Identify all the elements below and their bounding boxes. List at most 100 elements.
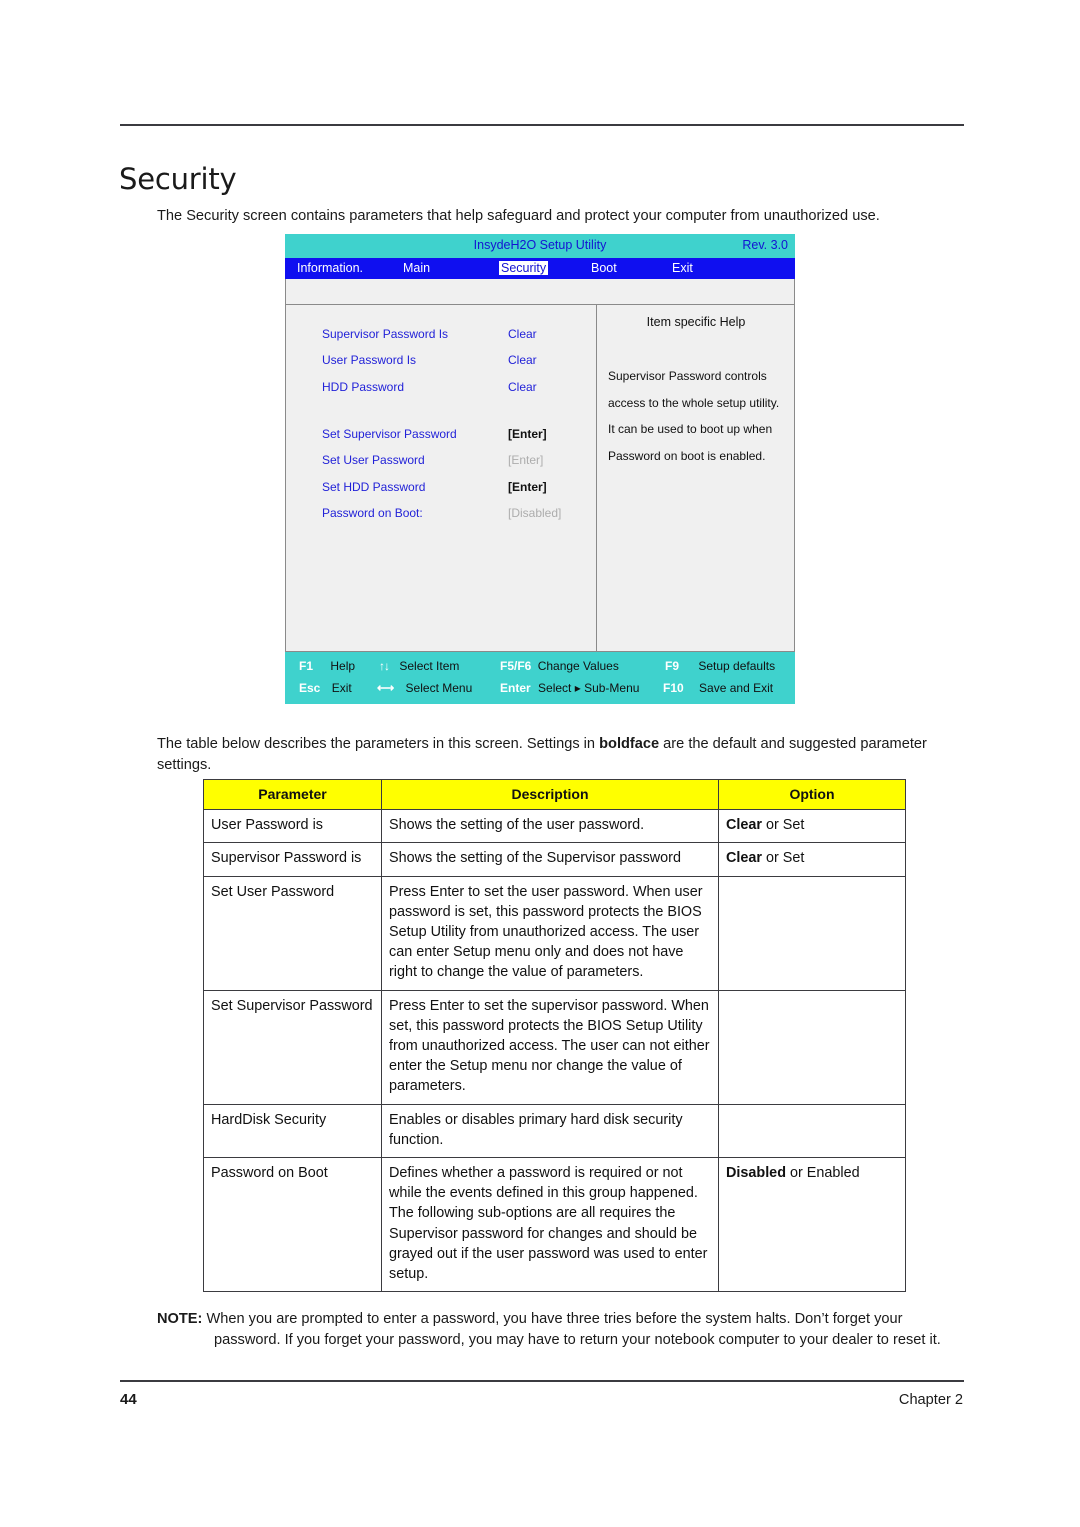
bios-label-password-on-boot: Password on Boot: (322, 506, 423, 520)
table-intro-before: The table below describes the parameters… (157, 735, 600, 752)
cell-parameter: Supervisor Password is (203, 842, 382, 877)
cell-description: Shows the setting of the Supervisor pass… (381, 842, 719, 877)
bios-value-set-supervisor-password: [Enter] (508, 427, 547, 441)
note-block: NOTE: When you are prompted to enter a p… (157, 1309, 957, 1351)
bios-key-f1-key: F1 (299, 659, 314, 673)
page-number: 44 (120, 1391, 137, 1408)
table-intro-paragraph: The table below describes the parameters… (157, 734, 947, 776)
bios-label-set-supervisor-password: Set Supervisor Password (322, 427, 457, 441)
bios-value-set-hdd-password: [Enter] (508, 480, 547, 494)
table-row: Set Supervisor Password Press Enter to s… (203, 989, 906, 1105)
bios-key-f9-key: F9 (665, 659, 680, 673)
cell-description: Press Enter to set the supervisor passwo… (381, 989, 719, 1105)
bios-value-user-password-is: Clear (508, 353, 537, 367)
bios-settings-panel: Supervisor Password Is Clear User Passwo… (286, 305, 597, 651)
bios-subbar (285, 279, 795, 305)
bios-key-f5f6: F5/F6 Change Values (500, 659, 619, 673)
up-down-arrow-icon: ↑↓ (379, 659, 390, 673)
note-line: NOTE: When you are prompted to enter a p… (157, 1309, 957, 1351)
chapter-label: Chapter 2 (898, 1392, 963, 1408)
bios-key-f9-label: Setup defaults (698, 659, 776, 673)
bios-row-set-hdd-password[interactable]: Set HDD Password [Enter] (286, 480, 596, 506)
bios-label-supervisor-password-is: Supervisor Password Is (322, 327, 449, 341)
bios-tab-exit[interactable]: Exit (672, 261, 693, 275)
bios-row-hdd-password[interactable]: HDD Password Clear (286, 380, 596, 406)
cell-option: Disabled or Enabled (718, 1157, 906, 1293)
column-header-description: Description (381, 778, 719, 811)
bios-row-user-password-is[interactable]: User Password Is Clear (286, 353, 596, 379)
bios-key-enter-key: Enter (500, 681, 531, 695)
bios-tab-security[interactable]: Security (499, 261, 549, 275)
bios-row-set-supervisor-password[interactable]: Set Supervisor Password [Enter] (286, 427, 596, 453)
cell-parameter: Password on Boot (203, 1157, 382, 1293)
cell-parameter: Set User Password (203, 875, 382, 991)
bios-revision: Rev. 3.0 (742, 238, 788, 252)
bios-body: Supervisor Password Is Clear User Passwo… (285, 305, 795, 652)
cell-description: Enables or disables primary hard disk se… (381, 1103, 719, 1159)
bios-key-f10: F10 Save and Exit (663, 681, 773, 695)
cell-description: Defines whether a password is required o… (381, 1157, 719, 1293)
footer-rule (120, 1380, 964, 1382)
bios-label-hdd-password: HDD Password (322, 380, 405, 394)
bios-help-panel: Item specific Help Supervisor Password c… (598, 305, 794, 651)
parameters-table: Parameter Description Option User Passwo… (203, 778, 906, 1293)
cell-option-rest: or Set (762, 817, 805, 834)
table-row: Set User Password Press Enter to set the… (203, 875, 906, 991)
cell-parameter: HardDisk Security (203, 1103, 382, 1159)
column-header-parameter: Parameter (203, 778, 382, 811)
bios-key-help-bar: F1 Help ↑↓ Select Item F5/F6 Change Valu… (285, 652, 795, 704)
bios-utility-title: InsydeH2O Setup Utility (473, 238, 607, 252)
left-right-arrow-icon: ⟷ (377, 681, 394, 695)
cell-option (718, 989, 906, 1105)
bios-row-supervisor-password-is[interactable]: Supervisor Password Is Clear (286, 327, 596, 353)
bios-key-f1-label: Help (330, 659, 356, 673)
bios-key-f9: F9 Setup defaults (665, 659, 775, 673)
bios-key-leftright-label: Select Menu (405, 681, 473, 695)
table-header-row: Parameter Description Option (203, 778, 906, 811)
table-row: HardDisk Security Enables or disables pr… (203, 1103, 906, 1159)
cell-option-rest: or Set (762, 850, 805, 867)
cell-option (718, 875, 906, 991)
bios-key-enter: Enter Select ▸ Sub-Menu (500, 681, 639, 695)
bios-help-title: Item specific Help (646, 315, 746, 329)
bios-key-f5f6-key: F5/F6 (500, 659, 532, 673)
cell-parameter: Set Supervisor Password (203, 989, 382, 1105)
document-page: Security The Security screen contains pa… (0, 0, 1080, 1527)
note-label: NOTE: (157, 1311, 203, 1327)
cell-option-rest: or Enabled (785, 1165, 860, 1182)
bios-key-f10-label: Save and Exit (699, 681, 774, 695)
bios-titlebar: InsydeH2O Setup Utility Rev. 3.0 (285, 234, 795, 258)
bios-menubar: Information. Main Security Boot Exit (285, 258, 795, 279)
bios-key-updown: ↑↓ Select Item (379, 659, 459, 673)
column-header-option: Option (718, 778, 906, 811)
cell-option-default: Clear (726, 850, 762, 867)
bios-value-hdd-password: Clear (508, 380, 537, 394)
bios-key-f1: F1 Help (299, 659, 355, 673)
bios-tab-main[interactable]: Main (403, 261, 430, 275)
bios-label-set-user-password: Set User Password (322, 453, 425, 467)
page-title: Security (119, 162, 237, 197)
bios-value-password-on-boot: [Disabled] (508, 506, 562, 520)
bios-key-f10-key: F10 (663, 681, 684, 695)
bios-key-enter-label: Select ▸ Sub-Menu (538, 681, 640, 695)
cell-option (718, 1103, 906, 1159)
bios-key-updown-label: Select Item (399, 659, 460, 673)
bios-label-set-hdd-password: Set HDD Password (322, 480, 426, 494)
bios-key-f5f6-label: Change Values (537, 659, 619, 673)
bios-key-esc-label: Exit (331, 681, 352, 695)
header-rule (120, 124, 964, 126)
bios-value-supervisor-password-is: Clear (508, 327, 537, 341)
bios-setup-screenshot: InsydeH2O Setup Utility Rev. 3.0 Informa… (285, 234, 795, 704)
bios-row-set-user-password[interactable]: Set User Password [Enter] (286, 453, 596, 479)
bios-tab-boot[interactable]: Boot (591, 261, 617, 275)
bios-row-password-on-boot[interactable]: Password on Boot: [Disabled] (286, 506, 596, 532)
cell-option: Clear or Set (718, 809, 906, 844)
cell-description: Shows the setting of the user password. (381, 809, 719, 844)
table-row: User Password is Shows the setting of th… (203, 809, 906, 844)
bios-label-user-password-is: User Password Is (322, 353, 417, 367)
note-body: When you are prompted to enter a passwor… (206, 1311, 941, 1348)
cell-option-default: Clear (726, 817, 762, 834)
cell-option: Clear or Set (718, 842, 906, 877)
bios-tab-information[interactable]: Information. (297, 261, 363, 275)
cell-option-default: Disabled (726, 1165, 786, 1182)
